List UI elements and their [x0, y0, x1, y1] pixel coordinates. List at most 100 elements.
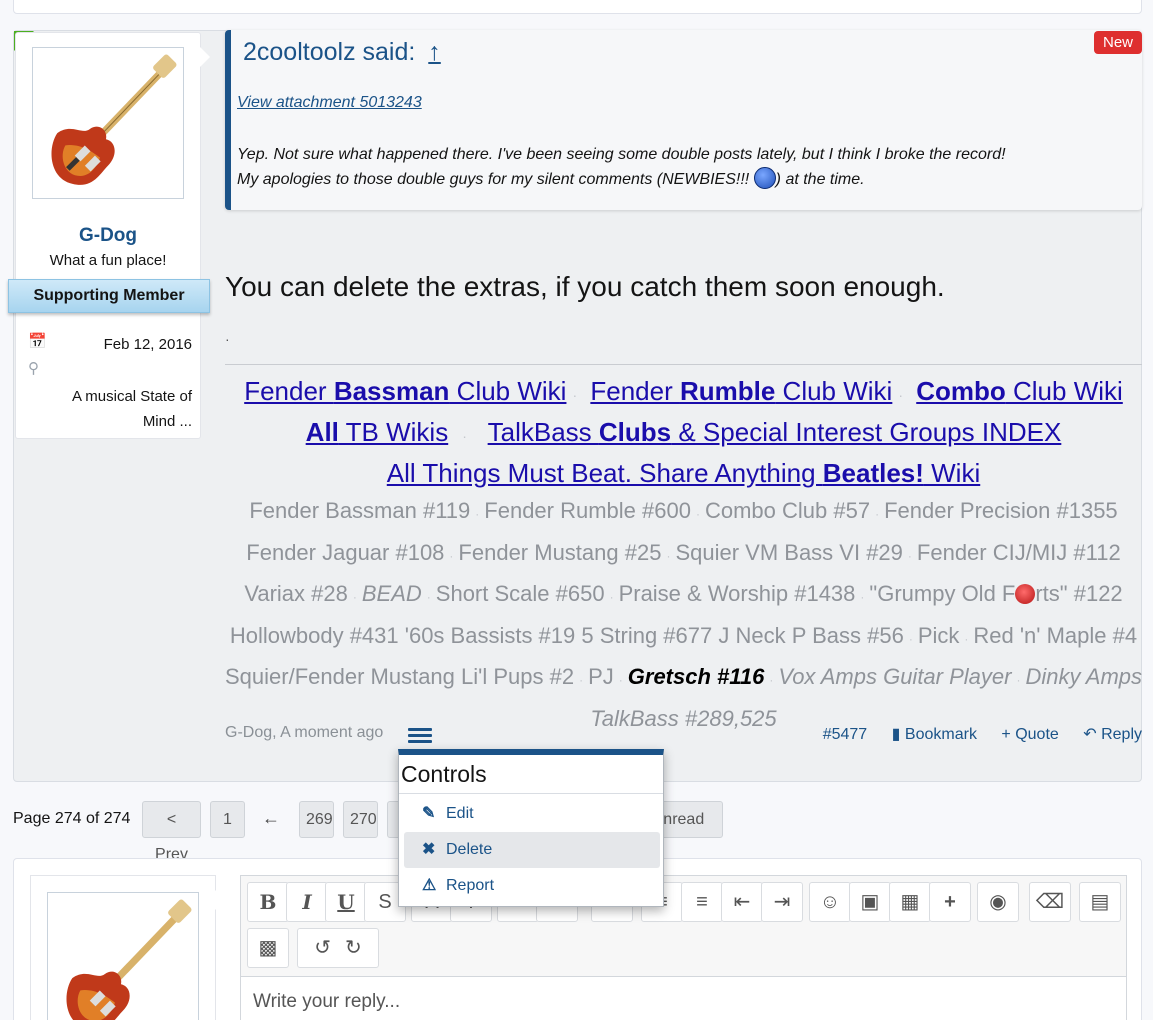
drafts-icon[interactable]: ▤: [1079, 882, 1121, 922]
prev-page-button[interactable]: < Prev: [142, 801, 201, 863]
page-1-button[interactable]: 1: [210, 801, 245, 838]
bookmark-icon: ▮: [891, 726, 901, 743]
quote-body: Yep. Not sure what happened there. I've …: [237, 142, 1127, 192]
italic-icon[interactable]: I: [286, 882, 328, 922]
insert-icon[interactable]: +: [929, 882, 971, 922]
sig-tag-grumpy[interactable]: "Grumpy Old Frts" #122: [869, 581, 1122, 606]
sig-link-all-wikis[interactable]: All TB Wikis: [306, 417, 449, 447]
quote-block: New 2cooltoolz said: ↑ View attachment 5…: [225, 30, 1142, 210]
supporting-member-banner: Supporting Member: [8, 279, 210, 313]
sig-tag[interactable]: BEAD: [362, 581, 422, 606]
editor-toolbar: B I U S A T ∞ ∝ ≡ ≡ ≡ ⇤ ⇥ ☺ ▣ ▦ + ◉ ⌫ ▤ …: [241, 876, 1126, 976]
grumpy-smiley-icon: [1015, 584, 1036, 604]
sig-link-clubs-index[interactable]: TalkBass Clubs & Special Interest Groups…: [488, 417, 1062, 447]
sig-tag[interactable]: PJ: [588, 664, 614, 689]
sig-tag[interactable]: Vox Amps Guitar Player: [778, 664, 1011, 689]
page-skip-arrow[interactable]: ←: [262, 808, 280, 829]
sig-tag[interactable]: Praise & Worship #1438: [619, 581, 856, 606]
sig-links-row-1: Fender Bassman Club Wiki · Fender Rumble …: [244, 376, 1123, 406]
calendar-icon: 📅: [28, 333, 47, 350]
sig-tag[interactable]: Fender Precision #1355: [884, 498, 1118, 523]
sig-link-rumble[interactable]: Fender Rumble Club Wiki: [590, 376, 892, 406]
new-badge: New: [1093, 31, 1142, 54]
sig-tag[interactable]: Fender Mustang #25: [458, 540, 661, 565]
outdent-icon[interactable]: ⇤: [721, 882, 763, 922]
post-author-link[interactable]: G-Dog: [225, 724, 272, 741]
page-270-button[interactable]: 270: [343, 801, 378, 838]
media-icon[interactable]: ▦: [889, 882, 931, 922]
sig-tag[interactable]: Dinky Amps: [1025, 664, 1142, 689]
sig-tag-gretsch[interactable]: Gretsch #116: [628, 664, 765, 689]
save-draft-icon[interactable]: ▩: [247, 928, 289, 968]
reply-icon: ↶: [1083, 726, 1097, 743]
sig-link-bassman[interactable]: Fender Bassman Club Wiki: [244, 376, 566, 406]
post-message: You can delete the extras, if you catch …: [225, 271, 945, 302]
page-269-button[interactable]: 269: [299, 801, 334, 838]
eraser-icon[interactable]: ⌫: [1029, 882, 1071, 922]
sig-tags-row-4: Hollowbody #431 '60s Bassists #19 5 Stri…: [229, 622, 1138, 648]
sig-tag[interactable]: Fender Bassman #119: [249, 498, 470, 523]
attachment-link[interactable]: View attachment 5013243: [237, 94, 422, 112]
post-meta: G-Dog, A moment ago: [225, 724, 384, 741]
reply-avatar: [47, 892, 199, 1020]
sig-tag[interactable]: Fender Rumble #600: [484, 498, 691, 523]
undo-icon[interactable]: ↺: [314, 937, 331, 959]
sig-tags-row-5: Squier/Fender Mustang Li'l Pups #2 · PJ · Gr…: [225, 664, 1143, 689]
quote-author: 2cooltoolz said: ↑: [243, 38, 441, 67]
report-menu-item[interactable]: ⚠ Report: [404, 868, 660, 904]
reply-input[interactable]: Write your reply...: [241, 976, 1126, 1020]
numbered-list-icon[interactable]: ≡: [681, 882, 723, 922]
indent-icon[interactable]: ⇥: [761, 882, 803, 922]
sig-tag[interactable]: Red 'n' Maple #4: [973, 623, 1137, 648]
report-label: Report: [446, 877, 495, 894]
sig-tag[interactable]: Short Scale #650: [436, 581, 605, 606]
sig-tag[interactable]: Hollowbody #431 '60s Bassists #19 5 Stri…: [230, 623, 904, 648]
delete-menu-item[interactable]: ✖ Delete: [404, 832, 660, 868]
redo-icon[interactable]: ↻: [345, 937, 362, 959]
warning-icon: ⚠: [422, 877, 437, 894]
pencil-icon: ✎: [422, 805, 436, 822]
sig-tag[interactable]: Combo Club #57: [705, 498, 870, 523]
bold-icon[interactable]: B: [247, 882, 289, 922]
sig-tag[interactable]: Fender CIJ/MIJ #112: [917, 540, 1121, 565]
location-value[interactable]: A musical State of Mind ...: [28, 359, 192, 434]
reply-button[interactable]: ↶ Reply: [1083, 726, 1142, 743]
sig-link-beatles[interactable]: All Things Must Beat. Share Anything Bea…: [387, 458, 980, 488]
sig-link-combo[interactable]: Combo Club Wiki: [916, 376, 1123, 406]
avatar[interactable]: [32, 47, 184, 199]
post-time[interactable]: A moment ago: [280, 724, 383, 741]
undo-redo-group: ↺ ↻: [297, 928, 379, 968]
post-number-link[interactable]: #5477: [823, 726, 868, 743]
jump-to-quote-link[interactable]: ↑: [428, 38, 441, 66]
page-label: Page 274 of 274: [13, 810, 131, 827]
sig-links-row-3: All Things Must Beat. Share Anything Bea…: [225, 455, 1142, 492]
smilie-icon[interactable]: ☺: [809, 882, 851, 922]
image-icon[interactable]: ▣: [849, 882, 891, 922]
camera-icon[interactable]: ◉: [977, 882, 1019, 922]
user-title: What a fun place!: [49, 252, 167, 269]
underline-icon[interactable]: U: [325, 882, 367, 922]
sig-tag[interactable]: Variax #28: [244, 581, 348, 606]
quote-line-2a: My apologies to those double guys for my…: [237, 171, 750, 188]
post-footer: G-Dog, A moment ago #5477 ▮ Bookmark + Q…: [225, 724, 1142, 748]
hamburger-menu-icon[interactable]: [408, 728, 432, 744]
sig-tag[interactable]: Pick: [918, 623, 960, 648]
username[interactable]: G-Dog: [16, 225, 200, 247]
bass-guitar-image: [51, 54, 177, 185]
quote-author-text[interactable]: 2cooltoolz said:: [243, 38, 415, 66]
bookmark-button[interactable]: ▮ Bookmark: [892, 726, 977, 743]
bass-guitar-image: [66, 899, 192, 1020]
edit-menu-item[interactable]: ✎ Edit: [404, 796, 660, 832]
controls-menu: Controls ✎ Edit ✖ Delete ⚠ Report: [398, 749, 664, 907]
joined-date: Feb 12, 2016: [103, 336, 192, 353]
quote-line-2b: ) at the time.: [775, 171, 865, 188]
post-actions: #5477 ▮ Bookmark + Quote ↶ Reply: [803, 724, 1142, 744]
signature-divider: [225, 364, 1142, 365]
sig-tag[interactable]: Squier VM Bass VI #29: [675, 540, 902, 565]
reply-user-cell: [30, 875, 225, 1020]
sig-tag[interactable]: Fender Jaguar #108: [246, 540, 444, 565]
delete-label: Delete: [446, 841, 493, 858]
sig-tags-row-3: Variax #28 · BEAD · Short Scale #650 · Praise …: [244, 581, 1123, 606]
quote-button[interactable]: + Quote: [1001, 726, 1058, 743]
sig-tag[interactable]: Squier/Fender Mustang Li'l Pups #2: [225, 664, 574, 689]
